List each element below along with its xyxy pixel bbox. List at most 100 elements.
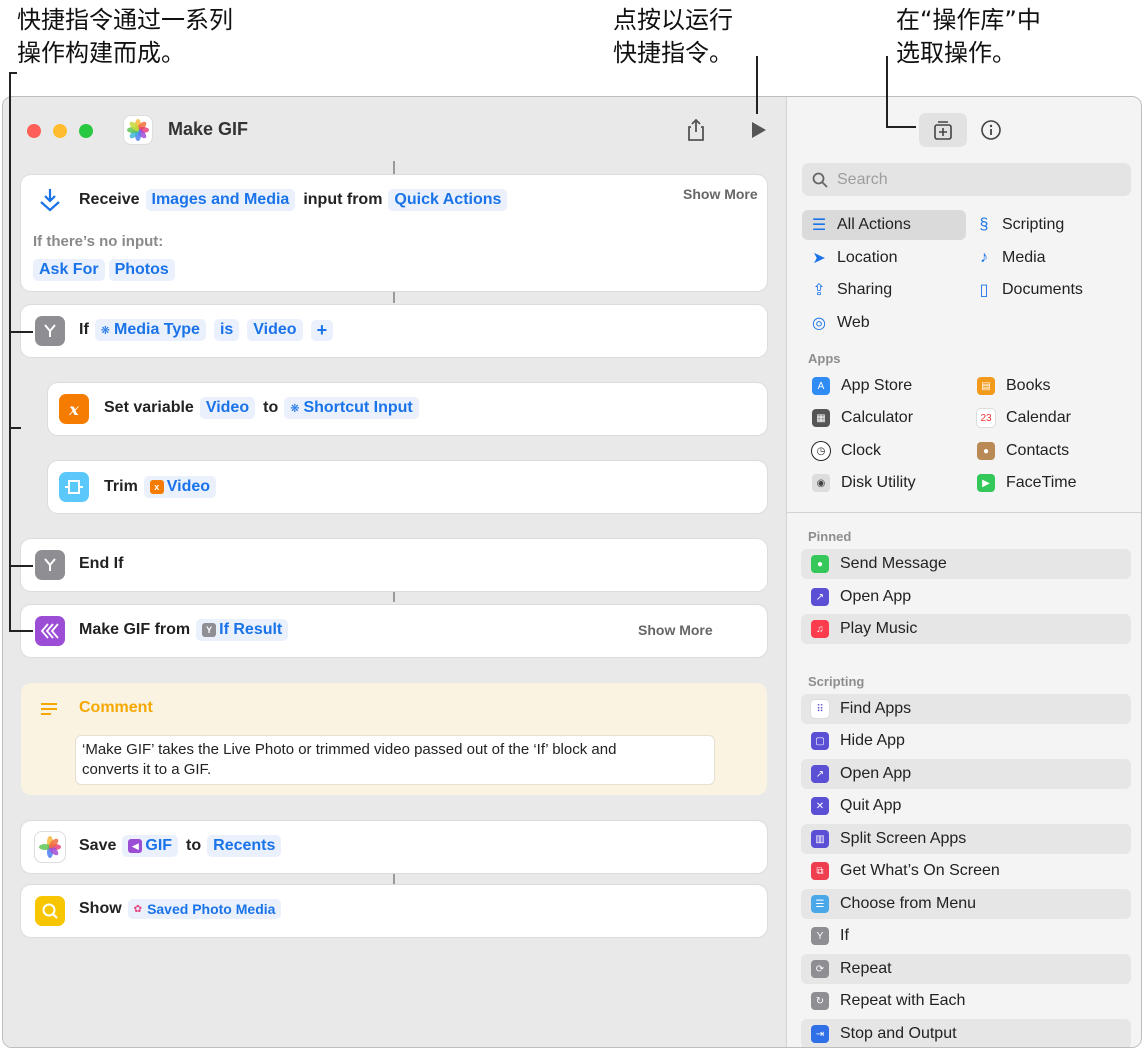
menu-icon: ☰ [811,895,829,913]
app-facetime[interactable]: ▶ FaceTime [977,474,1077,492]
split-screen-icon: ▥ [811,830,829,848]
end-if-icon [35,550,65,580]
recents-token[interactable]: Recents [207,835,282,857]
action-save[interactable]: Save ◀ GIF to Recents [21,821,767,873]
callout-line [9,72,11,632]
trim-video-token[interactable]: x Video [143,476,217,498]
action-label: Open App [840,588,912,605]
make-gif-icon: ◀ [128,839,143,853]
app-calendar[interactable]: 23 Calendar [977,409,1071,427]
calculator-icon: ▦ [812,409,830,427]
app-label: Calculator [841,409,914,426]
action-library-button[interactable] [919,113,967,147]
info-button[interactable] [979,118,1003,142]
app-store-icon: A [812,377,830,395]
action-hide-app[interactable]: ▢ Hide App [801,726,1131,756]
grid-apps-icon: ⠿ [811,700,829,718]
comment-text-box[interactable]: ‘Make GIF’ takes the Live Photo or trimm… [75,735,715,785]
ask-for-token[interactable]: Ask For [33,259,105,281]
category-label: Sharing [837,281,893,298]
action-comment[interactable]: Comment ‘Make GIF’ takes the Live Photo … [21,683,767,795]
app-contacts[interactable]: ● Contacts [977,442,1069,460]
app-app-store[interactable]: A App Store [812,377,912,395]
action-find-apps[interactable]: ⠿ Find Apps [801,694,1131,724]
pinned-open-app[interactable]: ↗ Open App [801,582,1131,612]
app-clock[interactable]: ◷ Clock [812,442,881,460]
scripting-icon: § [979,216,989,233]
action-label: Play Music [840,620,918,637]
callout-line [9,331,33,333]
action-receive[interactable]: Receive Images and Media input from Quic… [21,175,767,291]
action-set-variable[interactable]: x Set variable Video to ❋ Shortcut Input [48,383,767,435]
search-icon [812,172,828,188]
category-all-actions[interactable]: ☰ All Actions [802,210,966,240]
callout-line [886,56,888,128]
info-icon [981,120,1001,140]
calendar-icon: 23 [977,409,995,427]
action-choose-menu[interactable]: ☰ Choose from Menu [801,889,1131,919]
minimize-button[interactable] [53,124,67,138]
app-label: App Store [841,377,913,394]
close-button[interactable] [27,124,41,138]
make-gif-verb: Make GIF from [79,621,191,638]
input-source-token[interactable]: Quick Actions [388,189,508,211]
action-show[interactable]: Show ✿ Saved Photo Media [21,885,767,937]
if-result-token[interactable]: Y If Result [196,619,289,641]
if-result-label: If Result [219,621,283,638]
action-label: Repeat with Each [840,992,966,1009]
action-if[interactable]: Y If [801,921,1131,951]
app-books[interactable]: ▤ Books [977,377,1050,395]
repeat-icon: ⟳ [811,960,829,978]
action-end-if[interactable]: End If [21,539,767,591]
show-more-button[interactable]: Show More [638,622,713,638]
search-field[interactable]: Search [802,163,1131,196]
variable-icon: ❋ [290,402,300,415]
action-if[interactable]: If ❋ Media Type is Video + [21,305,767,357]
play-icon [752,122,766,138]
action-quit-app[interactable]: ✕ Quit App [801,791,1131,821]
run-button[interactable] [748,119,770,141]
shortcut-title[interactable]: Make GIF [168,119,248,140]
action-stop-output[interactable]: ⇥ Stop and Output [801,1019,1131,1047]
category-label: Media [1002,249,1046,266]
action-trim[interactable]: Trim x Video [48,461,767,513]
app-calculator[interactable]: ▦ Calculator [812,409,913,427]
category-documents[interactable]: ▯ Documents [975,275,1083,305]
is-operator-token[interactable]: is [213,319,240,341]
action-repeat[interactable]: ⟳ Repeat [801,954,1131,984]
if-icon: Y [811,927,829,945]
shortcut-input-token[interactable]: ❋ Shortcut Input [284,397,419,419]
category-sharing[interactable]: ⇪ Sharing [810,275,892,305]
action-repeat-each[interactable]: ↻ Repeat with Each [801,986,1131,1016]
photos-icon [35,832,65,862]
variable-name-token[interactable]: Video [199,397,256,419]
pinned-play-music[interactable]: ♫ Play Music [801,614,1131,644]
share-button[interactable] [684,117,708,143]
input-type-token[interactable]: Images and Media [145,189,296,211]
hide-app-icon: ▢ [811,732,829,750]
app-disk-utility[interactable]: ◉ Disk Utility [812,474,916,492]
pinned-send-message[interactable]: ● Send Message [801,549,1131,579]
receive-icon [35,185,65,215]
category-location[interactable]: ➤ Location [810,243,897,273]
library-add-icon [934,121,952,140]
calendar-day: 23 [980,412,992,424]
video-value-token[interactable]: Video [247,319,303,341]
category-scripting[interactable]: § Scripting [975,210,1065,240]
shortcut-editor: Make GIF Receive Images and Media input … [3,97,786,1047]
media-type-token[interactable]: ❋ Media Type [94,319,206,341]
show-more-button[interactable]: Show More [683,186,758,202]
category-label: Web [837,314,870,331]
action-open-app[interactable]: ↗ Open App [801,759,1131,789]
saved-photo-media-token[interactable]: ✿ Saved Photo Media [127,899,282,919]
category-web[interactable]: ◎ Web [810,308,870,338]
callout-line [9,565,33,567]
action-make-gif[interactable]: Make GIF from Y If Result Show More [21,605,767,657]
zoom-button[interactable] [79,124,93,138]
category-media[interactable]: ♪ Media [975,243,1046,273]
photos-token[interactable]: Photos [108,259,175,281]
gif-token[interactable]: ◀ GIF [122,835,179,857]
action-get-on-screen[interactable]: ⧉ Get What’s On Screen [801,856,1131,886]
add-condition-button[interactable]: + [310,319,334,341]
action-split-screen[interactable]: ▥ Split Screen Apps [801,824,1131,854]
